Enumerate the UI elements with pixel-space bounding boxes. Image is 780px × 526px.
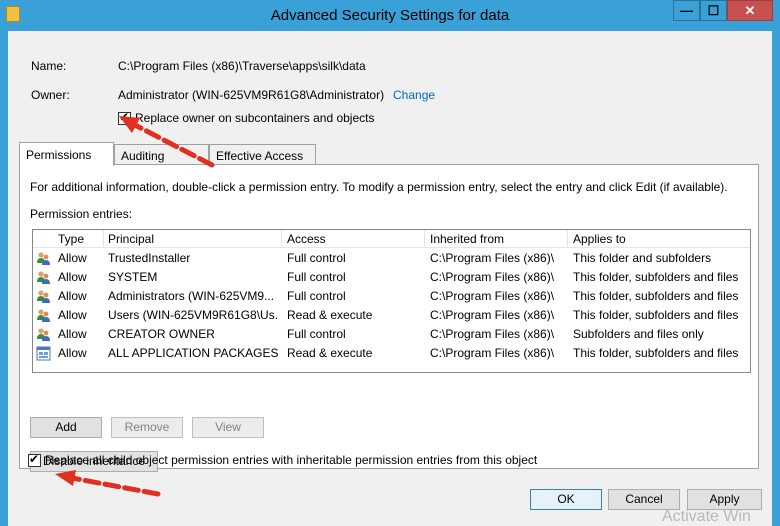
dialog-window: Advanced Security Settings for data — ☐ …: [0, 0, 780, 526]
annotation-arrow-owner: [119, 116, 215, 168]
annotation-arrow-child-entries: [55, 470, 161, 497]
annotation-arrows: [55, 116, 215, 497]
tab-permissions[interactable]: Permissions: [19, 142, 114, 166]
activation-watermark: Activate Win: [662, 508, 751, 525]
